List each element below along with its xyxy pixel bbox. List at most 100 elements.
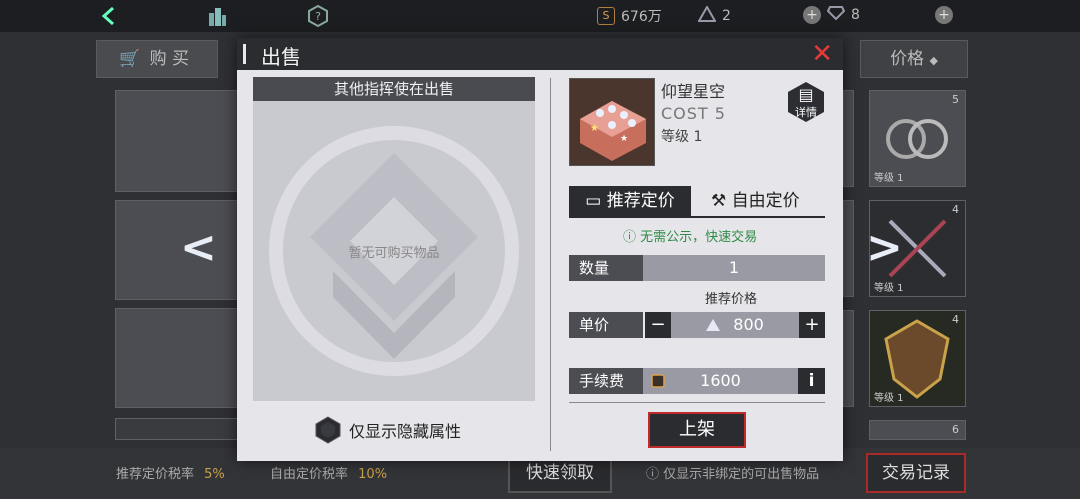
trade-record-button[interactable]: 交易记录 <box>866 453 966 493</box>
bg-card-edge <box>843 310 854 407</box>
recommend-tax-label: 推荐定价税率 <box>116 467 195 482</box>
gold-amount: 676万 <box>621 9 662 25</box>
back-chevron-icon[interactable] <box>98 5 120 27</box>
unit-price-value: 800 <box>733 315 764 334</box>
notice-text: 无需公示，快速交易 <box>640 230 758 245</box>
fee-label: 手续费 <box>569 368 643 394</box>
dialog-title: 出售 <box>261 45 301 69</box>
bg-card-edge <box>843 90 854 187</box>
add-currency[interactable]: + <box>935 6 953 24</box>
price-decrease-button[interactable]: − <box>645 312 671 338</box>
list-item-button[interactable]: 上架 <box>648 412 746 448</box>
close-icon[interactable]: ✕ <box>811 40 833 68</box>
info-circle-icon: ⓘ <box>646 467 660 482</box>
hidden-attr-label: 仅显示隐藏属性 <box>349 422 462 441</box>
tab-free-price[interactable]: ⚒ 自由定价 <box>711 186 831 216</box>
fee-value: 1600 <box>700 371 741 390</box>
tab-underline <box>569 216 825 218</box>
tab-recommend-price[interactable]: ▭ 推荐定价 <box>569 186 691 216</box>
cart-icon: 🛒 <box>119 49 141 69</box>
crystal-resource: 2 <box>697 4 731 26</box>
title-accent-bar <box>243 44 246 64</box>
svg-text:★: ★ <box>620 134 628 144</box>
monitor-icon: ▭ <box>585 191 602 211</box>
starry-cake-icon: ★ ★ <box>570 79 654 165</box>
tab-free-label: 自由定价 <box>731 191 800 211</box>
price-increase-button[interactable]: + <box>799 312 825 338</box>
unbound-note: ⓘ 仅显示非绑定的可出售物品 <box>646 463 819 482</box>
other-sellers-panel: 其他指挥使在出售 暂无可购买物品 <box>253 77 535 401</box>
quick-trade-notice: ⓘ 无需公示，快速交易 <box>623 226 757 245</box>
sell-dialog: 出售 ✕ 其他指挥使在出售 暂无可购买物品 仅显示隐藏属性 ★ ★ 仰望星空 C… <box>237 38 843 461</box>
gem-amount: 8 <box>851 7 860 23</box>
prev-arrow-icon[interactable]: < <box>180 222 217 273</box>
document-icon: ▤ <box>798 85 814 104</box>
recommend-tax-value: 5% <box>204 467 225 482</box>
card-level: 等级 1 <box>874 173 904 184</box>
hidden-attr-toggle[interactable]: 仅显示隐藏属性 <box>315 416 461 444</box>
quantity-label: 数量 <box>569 255 643 281</box>
item-name: 仰望星空 <box>661 82 726 101</box>
other-sellers-title: 其他指挥使在出售 <box>253 77 535 101</box>
unit-price-field[interactable]: 800 <box>671 312 799 338</box>
gem-resource: + 8 <box>803 6 860 24</box>
item-image: ★ ★ <box>569 78 655 166</box>
empty-text: 暂无可购买物品 <box>348 246 440 261</box>
free-tax-label: 自由定价税率 <box>270 467 349 482</box>
buy-tab[interactable]: 🛒 购 买 <box>96 40 218 78</box>
recommend-price-label: 推荐价格 <box>705 292 758 307</box>
panel-divider <box>550 78 551 451</box>
bg-card-edge <box>843 200 854 297</box>
gold-coin-icon: S <box>597 7 615 25</box>
bg-card[interactable] <box>115 200 242 300</box>
sort-dropdown[interactable]: 价格 ◆ <box>860 40 968 78</box>
help-question-icon[interactable]: ? <box>307 4 329 28</box>
gold-resource: S 676万 <box>597 6 662 26</box>
bg-card[interactable] <box>115 90 242 192</box>
svg-text:★: ★ <box>590 123 599 134</box>
hexagon-checkbox-icon[interactable] <box>315 416 341 444</box>
sort-label: 价格 <box>890 49 925 69</box>
fee-field: 1600 <box>643 368 798 394</box>
crystal-amount: 2 <box>722 8 731 24</box>
top-bar: ? S 676万 2 + 8 + <box>0 0 1080 32</box>
fee-divider <box>569 402 825 403</box>
fee-info-button[interactable]: i <box>798 368 825 394</box>
bg-card[interactable] <box>115 418 242 440</box>
bg-card[interactable]: 6 <box>869 420 966 440</box>
add-gem-plus-icon[interactable]: + <box>803 6 821 24</box>
bg-card[interactable]: 4 等级 1 <box>869 310 966 407</box>
svg-text:?: ? <box>315 10 321 23</box>
item-cost: COST 5 <box>661 104 726 123</box>
tab-recommend-label: 推荐定价 <box>606 191 675 211</box>
buy-tab-label: 购 买 <box>149 49 189 69</box>
detail-label: 详情 <box>795 106 817 119</box>
card-count: 4 <box>952 203 959 216</box>
card-level: 等级 1 <box>874 393 904 404</box>
quantity-field[interactable]: 1 <box>643 255 825 281</box>
unit-price-label: 单价 <box>569 312 643 338</box>
city-icon[interactable] <box>206 5 228 27</box>
card-count: 4 <box>952 313 959 326</box>
card-level: 等级 1 <box>874 283 904 294</box>
item-detail-button[interactable]: ▤ 详情 <box>788 82 824 122</box>
sort-caret-icon: ◆ <box>929 54 938 67</box>
crystal-pyramid-icon <box>706 319 721 331</box>
dialog-header: 出售 ✕ <box>237 38 843 70</box>
gold-coin-icon <box>651 374 665 388</box>
crystal-pyramid-icon <box>697 4 717 26</box>
recommend-tax: 推荐定价税率 5% <box>116 463 225 482</box>
item-level: 等级 1 <box>661 129 703 145</box>
card-count: 5 <box>952 93 959 106</box>
next-arrow-icon[interactable]: > <box>866 222 903 273</box>
bg-card[interactable]: 5 等级 1 <box>869 90 966 187</box>
card-count: 6 <box>952 423 959 436</box>
gem-diamond-icon <box>826 6 846 24</box>
free-tax-value: 10% <box>358 467 388 482</box>
gavel-icon: ⚒ <box>711 191 727 211</box>
add-currency-plus-icon[interactable]: + <box>935 6 953 24</box>
unbound-note-text: 仅显示非绑定的可出售物品 <box>663 467 820 482</box>
bg-card[interactable] <box>115 308 242 408</box>
info-circle-icon: ⓘ <box>623 230 637 245</box>
free-tax: 自由定价税率 10% <box>270 463 387 482</box>
